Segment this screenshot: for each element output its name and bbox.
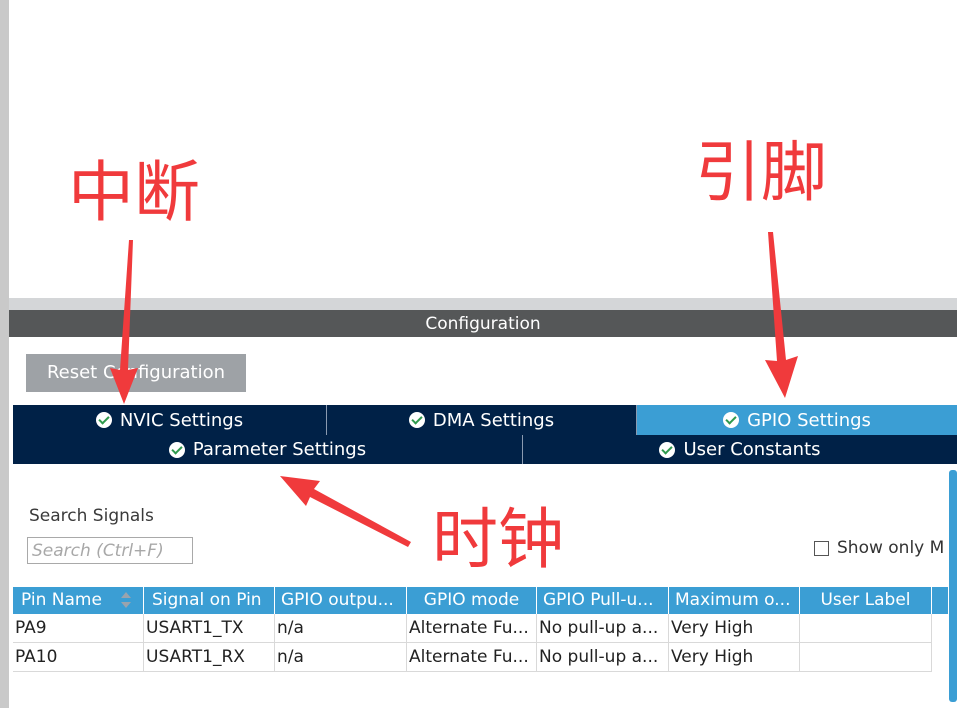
cell-gpio-pull: No pull-up a... [537,614,669,643]
reset-configuration-button[interactable]: Reset Configuration [26,354,246,392]
cell-pin-name: PA10 [13,643,144,672]
show-only-modified-checkbox[interactable]: Show only M [814,538,944,558]
annotation-clock: 时钟 [432,501,564,578]
column-header-max-output-speed[interactable]: Maximum o... [669,587,800,614]
search-signals-label: Search Signals [29,506,154,526]
tab-label: DMA Settings [432,409,555,431]
column-header-user-label[interactable]: User Label [800,587,932,614]
column-header-gpio-mode[interactable]: GPIO mode [407,587,537,614]
show-only-label: Show only M [837,538,945,558]
tab-label: GPIO Settings [747,409,871,431]
tab-nvic-settings[interactable]: NVIC Settings [13,405,327,435]
tab-label: User Constants [683,439,821,460]
cell-user-label[interactable] [800,643,932,672]
column-label: Pin Name [21,590,102,610]
column-header-gpio-output[interactable]: GPIO outpu... [275,587,407,614]
column-header-signal[interactable]: Signal on Pin [144,587,275,614]
cell-max-output-speed: Very High [669,643,800,672]
cell-gpio-output: n/a [275,614,407,643]
cell-max-output-speed: Very High [669,614,800,643]
vertical-scrollbar[interactable] [949,470,957,702]
column-header-extra [932,587,948,614]
annotation-interrupt: 中断 [68,154,200,231]
table-header: Pin Name Signal on Pin GPIO outpu... GPI… [13,587,948,614]
cell-signal: USART1_TX [144,614,275,643]
configuration-title-bar: Configuration [9,310,957,337]
check-circle-icon [168,441,185,458]
table-row[interactable]: PA10 USART1_RX n/a Alternate Fu... No pu… [13,643,932,672]
cell-gpio-mode: Alternate Fu... [407,643,537,672]
tab-dma-settings[interactable]: DMA Settings [327,405,637,435]
cell-user-label[interactable] [800,614,932,643]
cell-gpio-output: n/a [275,643,407,672]
checkbox-icon[interactable] [814,540,829,556]
cell-signal: USART1_RX [144,643,275,672]
tab-user-constants[interactable]: User Constants [523,435,957,464]
cell-gpio-mode: Alternate Fu... [407,614,537,643]
cell-gpio-pull: No pull-up a... [537,643,669,672]
annotation-pins: 引脚 [695,134,827,211]
table-row[interactable]: PA9 USART1_TX n/a Alternate Fu... No pul… [13,614,932,643]
splitter[interactable] [9,298,957,310]
column-header-pin-name[interactable]: Pin Name [13,587,144,614]
search-input[interactable] [27,537,193,564]
column-header-gpio-pull[interactable]: GPIO Pull-u... [537,587,669,614]
check-circle-icon [408,412,425,428]
check-circle-icon [659,441,676,458]
left-panel-edge [0,0,9,708]
tab-label: Parameter Settings [192,439,367,460]
tab-gpio-settings[interactable]: GPIO Settings [637,405,957,435]
check-circle-icon [95,412,112,428]
cell-pin-name: PA9 [13,614,144,643]
tab-label: NVIC Settings [119,409,244,431]
sort-icon[interactable] [121,592,131,610]
check-circle-icon [723,412,740,428]
tab-parameter-settings[interactable]: Parameter Settings [13,435,523,464]
